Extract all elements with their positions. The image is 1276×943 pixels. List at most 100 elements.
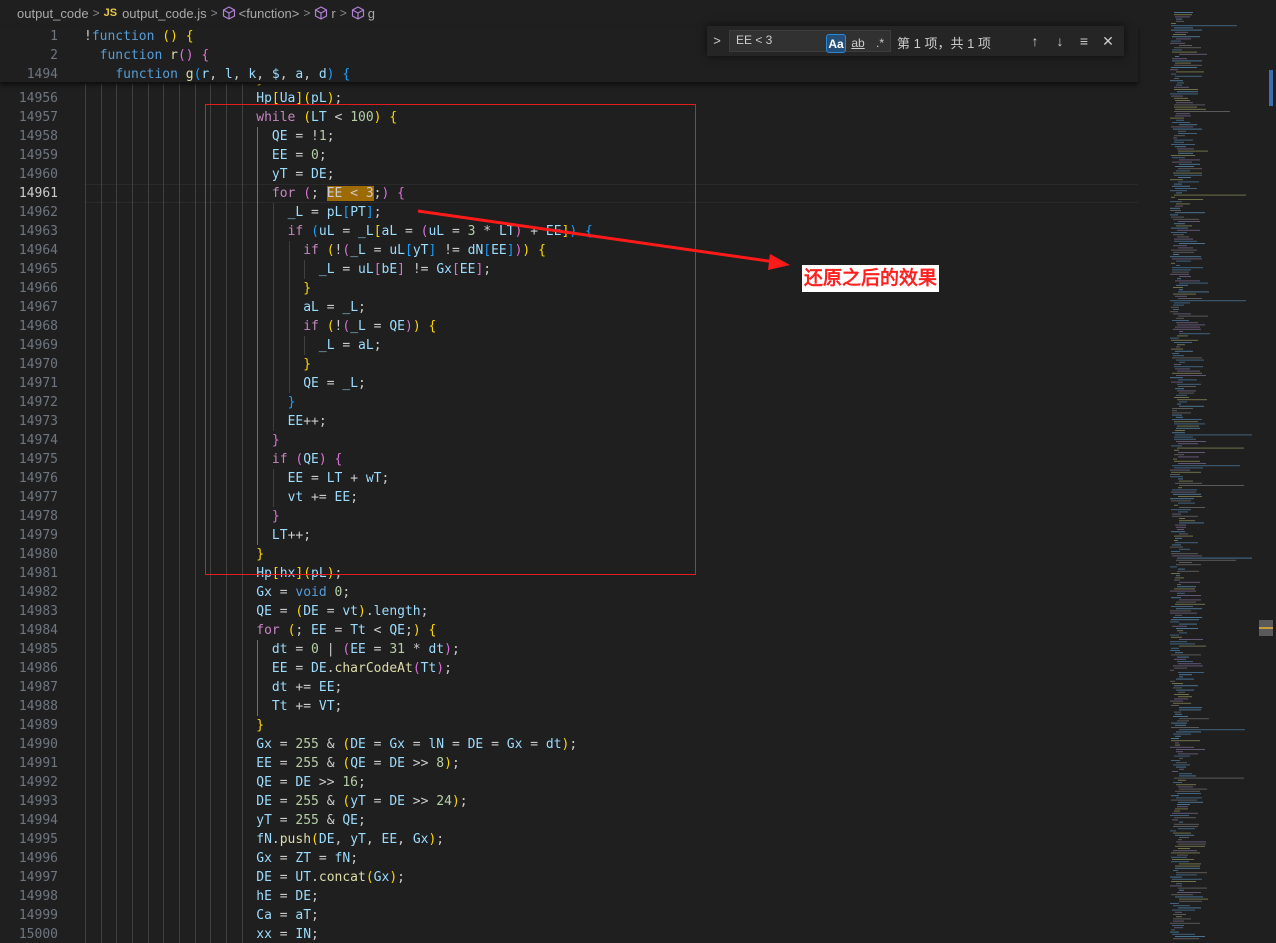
code-text[interactable]: yT = DE; [272, 165, 335, 184]
code-line[interactable]: 14986 EE = DE.charCodeAt(Tt); [0, 659, 1138, 678]
code-text[interactable]: EE++; [288, 412, 327, 431]
code-text[interactable]: EE = DE.charCodeAt(Tt); [272, 659, 452, 678]
code-text[interactable]: } [272, 507, 280, 526]
code-line[interactable]: 14976 EE = LT + wT; [0, 469, 1138, 488]
code-line[interactable]: 14982 Gx = void 0; [0, 583, 1138, 602]
code-line[interactable]: 14978} [0, 507, 1138, 526]
code-line[interactable]: 14969 _L = aL; [0, 336, 1138, 355]
breadcrumb-symbol-g[interactable]: g [368, 6, 375, 21]
code-text[interactable]: vt += EE; [288, 488, 358, 507]
code-line[interactable]: 14997 DE = UT.concat(Gx); [0, 868, 1138, 887]
code-text[interactable]: _L = aL; [319, 336, 382, 355]
code-text[interactable]: } [256, 716, 264, 735]
minimap[interactable] [1162, 10, 1262, 943]
code-text[interactable]: hE = DE; [256, 887, 319, 906]
code-line[interactable]: 14984 for (; EE = Tt < QE;) { [0, 621, 1138, 640]
code-text[interactable]: aL = _L; [303, 298, 366, 317]
code-text[interactable]: fN.push(DE, yT, EE, Gx); [256, 830, 444, 849]
code-line[interactable]: 14957 while (LT < 100) { [0, 108, 1138, 127]
close-icon[interactable]: ✕ [1098, 31, 1118, 51]
code-text[interactable]: if (QE) { [272, 450, 342, 469]
code-line[interactable]: 14970} [0, 355, 1138, 374]
breadcrumb-symbol-r[interactable]: r [331, 6, 335, 21]
code-line[interactable]: 14959 EE = 0; [0, 146, 1138, 165]
match-case-button[interactable]: Aa [826, 34, 846, 53]
code-line[interactable]: 14963 if (uL = _L[aL = (uL = 3 * LT) + EE… [0, 222, 1138, 241]
code-line[interactable]: 14979 LT++; [0, 526, 1138, 545]
find-in-selection-icon[interactable]: ≡ [1074, 31, 1094, 51]
code-text[interactable]: LT++; [272, 526, 311, 545]
breadcrumb-symbol-function[interactable]: <function> [239, 6, 300, 21]
code-line[interactable]: 14999 Ca = aT; [0, 906, 1138, 925]
code-text[interactable]: QE = DE >> 16; [256, 773, 366, 792]
code-text[interactable]: if (!(_L = uL[yT] != dN[EE])) { [303, 241, 546, 260]
code-text[interactable]: EE = LT + wT; [288, 469, 390, 488]
code-line[interactable]: 14965 _L = uL[bE] != Gx[EE]; [0, 260, 1138, 279]
code-line[interactable]: 14973 EE++; [0, 412, 1138, 431]
code-line[interactable]: 14960 yT = DE; [0, 165, 1138, 184]
code-line[interactable]: 14994 yT = 255 & QE; [0, 811, 1138, 830]
find-input[interactable]: EE < 3 Aa ab .* [729, 30, 891, 53]
code-line[interactable]: 14968 if (!(_L = QE)) { [0, 317, 1138, 336]
arrow-down-icon[interactable]: ↓ [1050, 31, 1070, 51]
code-line[interactable]: 14956 Hp[Ua](pL); [0, 89, 1138, 108]
code-text[interactable]: dt = 0 | (EE = 31 * dt); [272, 640, 460, 659]
code-line[interactable]: 14987 dt += EE; [0, 678, 1138, 697]
code-text[interactable]: while (LT < 100) { [256, 108, 397, 127]
code-line[interactable]: 1494 function g(r, l, k, $, a, d) { [0, 65, 1138, 84]
code-text[interactable]: Ca = aT; [256, 906, 319, 925]
code-text[interactable]: Hp[Ua](pL); [256, 89, 342, 108]
code-text[interactable]: xx = IN; [256, 925, 319, 943]
regex-button[interactable]: .* [870, 34, 890, 53]
code-line[interactable]: 14967 aL = _L; [0, 298, 1138, 317]
code-line[interactable]: 14995 fN.push(DE, yT, EE, Gx); [0, 830, 1138, 849]
code-line[interactable]: 14981 Hp[hx](pL); [0, 564, 1138, 583]
code-line[interactable]: 14989} [0, 716, 1138, 735]
code-line[interactable]: 14988 Tt += VT; [0, 697, 1138, 716]
code-line[interactable]: 14996 Gx = ZT = fN; [0, 849, 1138, 868]
code-text[interactable]: } [272, 431, 280, 450]
code-line[interactable]: 14983 QE = (DE = vt).length; [0, 602, 1138, 621]
code-text[interactable]: for (; EE < 3;) { [272, 184, 405, 203]
code-line[interactable]: 14974} [0, 431, 1138, 450]
code-text[interactable]: dt += EE; [272, 678, 342, 697]
editor-code-area[interactable]: 14955}14956Hp[Ua](pL);14957while (LT < 1… [0, 84, 1138, 943]
code-line[interactable]: 14992 QE = DE >> 16; [0, 773, 1138, 792]
code-line[interactable]: 14964 if (!(_L = uL[yT] != dN[EE])) { [0, 241, 1138, 260]
code-text[interactable]: _L = pL[PT]; [288, 203, 382, 222]
code-line[interactable]: 14972} [0, 393, 1138, 412]
code-text[interactable]: QE = !1; [272, 127, 335, 146]
breadcrumb-file[interactable]: output_code.js [122, 6, 207, 21]
code-text[interactable]: Gx = 255 & (DE = Gx = lN = DE = Gx = dt)… [256, 735, 577, 754]
code-text[interactable]: function r() { [84, 46, 210, 65]
code-text[interactable]: DE = 255 & (yT = DE >> 24); [256, 792, 467, 811]
code-line[interactable]: 14966} [0, 279, 1138, 298]
code-text[interactable]: QE = _L; [303, 374, 366, 393]
whole-word-button[interactable]: ab [848, 34, 868, 53]
code-text[interactable]: } [303, 279, 311, 298]
code-line[interactable]: 14961 for (; EE < 3;) { [0, 184, 1138, 203]
code-text[interactable]: QE = (DE = vt).length; [256, 602, 428, 621]
code-text[interactable]: function g(r, l, k, $, a, d) { [84, 65, 350, 84]
code-line[interactable]: 14958 QE = !1; [0, 127, 1138, 146]
code-line[interactable]: 14980} [0, 545, 1138, 564]
code-line[interactable]: 14977 vt += EE; [0, 488, 1138, 507]
code-text[interactable]: } [288, 393, 296, 412]
code-text[interactable]: EE = 0; [272, 146, 327, 165]
code-line[interactable]: 14991 EE = 255 & (QE = DE >> 8); [0, 754, 1138, 773]
code-text[interactable]: Gx = void 0; [256, 583, 350, 602]
vertical-scrollbar[interactable] [1262, 0, 1276, 943]
code-line[interactable]: 14971 QE = _L; [0, 374, 1138, 393]
code-text[interactable]: DE = UT.concat(Gx); [256, 868, 405, 887]
code-line[interactable]: 14993 DE = 255 & (yT = DE >> 24); [0, 792, 1138, 811]
code-text[interactable]: _L = uL[bE] != Gx[EE]; [319, 260, 491, 279]
code-text[interactable]: Tt += VT; [272, 697, 342, 716]
code-text[interactable]: !function () { [84, 27, 194, 46]
arrow-up-icon[interactable]: ↑ [1025, 31, 1045, 51]
code-text[interactable]: if (!(_L = QE)) { [303, 317, 436, 336]
code-text[interactable]: for (; EE = Tt < QE;) { [256, 621, 436, 640]
code-line[interactable]: 14985 dt = 0 | (EE = 31 * dt); [0, 640, 1138, 659]
code-line[interactable]: 14990 Gx = 255 & (DE = Gx = lN = DE = Gx … [0, 735, 1138, 754]
code-text[interactable]: } [256, 545, 264, 564]
scrollbar-thumb[interactable] [1269, 70, 1273, 106]
